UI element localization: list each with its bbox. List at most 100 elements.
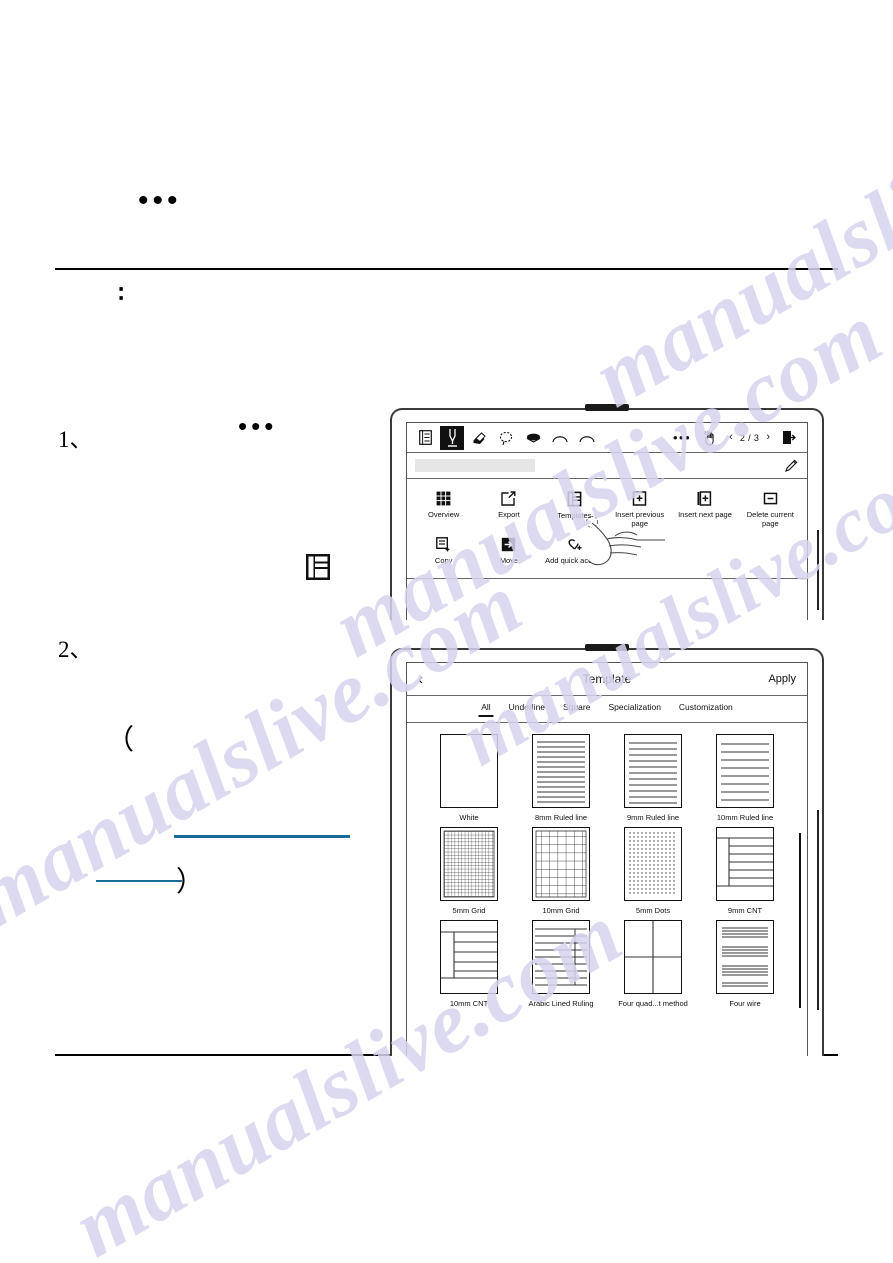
section-divider-top	[55, 268, 838, 270]
copy-icon	[436, 536, 451, 552]
tab-customization[interactable]: Customization	[679, 702, 733, 717]
menu-item-templates[interactable]: Templates	[542, 488, 607, 532]
menu-item-label: Copy	[434, 555, 453, 565]
menu-item-delete-current-page[interactable]: Delete current page	[738, 488, 803, 532]
lasso-icon[interactable]	[494, 426, 518, 450]
template-label: White	[459, 813, 479, 822]
template-item[interactable]: 10mm Grid	[515, 827, 607, 915]
menu-item-insert-previous-page[interactable]: Insert previous page	[607, 488, 672, 532]
tab-all[interactable]: All	[481, 702, 490, 717]
menu-item-add-quick-access[interactable]: Add quick access	[542, 534, 607, 568]
quick-access-icon	[566, 537, 583, 552]
device-notch	[585, 404, 629, 411]
watermark-text: manualslive.com	[577, 34, 893, 426]
template-item[interactable]: Four wire	[699, 920, 791, 1008]
device-screenshot-template-picker: ‹ Template Apply All Underline Square Sp…	[390, 644, 824, 1056]
device-screen: ••• ‹ 2 / 3 › Overview Export Templates …	[406, 422, 808, 620]
watermark-layer: manualslive.com manualslive.com manualsl…	[0, 0, 893, 1263]
tab-underline[interactable]: Underline	[509, 702, 545, 717]
menu-item-export[interactable]: Export	[476, 488, 541, 532]
menu-item-copy[interactable]: Copy	[411, 534, 476, 568]
template-item[interactable]: 5mm Grid	[423, 827, 515, 915]
template-item[interactable]: 5mm Dots	[607, 827, 699, 915]
template-thumbnail	[716, 920, 774, 994]
redo-icon[interactable]	[575, 426, 599, 450]
template-thumbnail	[624, 734, 682, 808]
step-1-number: 1、	[58, 427, 93, 452]
menu-item-move[interactable]: Move	[476, 534, 541, 568]
templates-icon	[567, 491, 582, 507]
template-label: Arabic Lined Ruling	[528, 999, 594, 1008]
eraser-icon[interactable]	[467, 426, 491, 450]
template-label: 10mm Grid	[542, 906, 580, 915]
menu-item-label: Export	[498, 510, 520, 519]
menu-item-label: Insert next page	[678, 510, 732, 519]
ellipsis-marker: •••	[138, 184, 182, 217]
insert-next-icon	[697, 491, 712, 506]
template-item[interactable]: 10mm Ruled line	[699, 734, 791, 822]
step-2-number: 2、	[58, 637, 93, 662]
prev-page-button[interactable]: ‹	[729, 432, 733, 443]
pencil-icon[interactable]	[784, 458, 799, 473]
menu-item-label: Move	[499, 555, 519, 565]
undo-icon[interactable]	[548, 426, 572, 450]
template-thumbnail	[624, 827, 682, 901]
next-page-button[interactable]: ›	[766, 432, 770, 443]
document-page: manualslive.com manualslive.com manualsl…	[0, 0, 893, 1263]
template-item[interactable]: White	[423, 734, 515, 822]
insert-prev-icon	[632, 491, 647, 506]
template-thumbnail	[440, 734, 498, 808]
pen-icon[interactable]	[440, 425, 464, 450]
move-icon	[501, 537, 516, 552]
template-label: 8mm Ruled line	[534, 813, 588, 822]
template-label: 10mm CNT	[449, 999, 489, 1008]
template-thumbnail	[532, 920, 590, 994]
scrollbar[interactable]	[799, 833, 801, 1008]
device-screen: ‹ Template Apply All Underline Square Sp…	[406, 662, 808, 1056]
tab-specialization[interactable]: Specialization	[608, 702, 660, 717]
template-thumbnail	[624, 920, 682, 994]
template-item[interactable]: 9mm CNT	[699, 827, 791, 915]
menu-bottom-divider	[407, 578, 807, 580]
device-screenshot-note-menu: ••• ‹ 2 / 3 › Overview Export Templates …	[390, 404, 824, 620]
template-item[interactable]: 8mm Ruled line	[515, 734, 607, 822]
template-item[interactable]: 10mm CNT	[423, 920, 515, 1008]
menu-item-overview[interactable]: Overview	[411, 488, 476, 532]
template-item[interactable]: Arabic Lined Ruling	[515, 920, 607, 1008]
note-title-row	[407, 453, 807, 479]
template-category-tabs: All Underline Square Specialization Cust…	[407, 696, 807, 723]
link-underline	[96, 880, 182, 882]
link-underline	[174, 835, 350, 838]
template-item[interactable]: 9mm Ruled line	[607, 734, 699, 822]
template-thumbnail	[440, 920, 498, 994]
menu-item-label: Add quick access	[545, 555, 604, 565]
template-label: Four quad...t method	[618, 999, 688, 1008]
template-item[interactable]: Four quad...t method	[607, 920, 699, 1008]
menu-item-label: Delete current page	[746, 510, 794, 529]
more-options-button[interactable]: •••	[673, 431, 691, 444]
template-label: 9mm CNT	[727, 906, 763, 915]
menu-item-insert-next-page[interactable]: Insert next page	[672, 488, 737, 532]
template-label: 5mm Grid	[452, 906, 486, 915]
shape-icon[interactable]	[521, 426, 545, 450]
template-thumbnail	[716, 827, 774, 901]
template-thumbnail	[716, 734, 774, 808]
note-title-redacted	[415, 459, 535, 472]
paren-open: （	[106, 725, 135, 756]
template-label: Four wire	[729, 999, 761, 1008]
templates-icon	[305, 553, 331, 581]
note-options-menu: Overview Export Templates Insert previou…	[407, 479, 807, 572]
template-label: 10mm Ruled line	[716, 813, 774, 822]
export-icon	[501, 491, 516, 506]
apply-button[interactable]: Apply	[768, 673, 796, 685]
menu-item-label: Overview	[428, 510, 460, 519]
exit-icon[interactable]	[777, 426, 801, 450]
template-label: 5mm Dots	[635, 906, 671, 915]
sidebar-icon[interactable]	[413, 426, 437, 450]
hand-icon[interactable]	[698, 426, 722, 450]
tab-square[interactable]: Square	[563, 702, 590, 717]
back-chevron-icon[interactable]: ‹	[418, 672, 423, 687]
template-grid: White 8mm Ruled line 9mm Ruled line 10mm…	[407, 723, 807, 1008]
ellipsis-marker: •••	[238, 411, 278, 441]
menu-item-label: Templates	[557, 511, 592, 520]
